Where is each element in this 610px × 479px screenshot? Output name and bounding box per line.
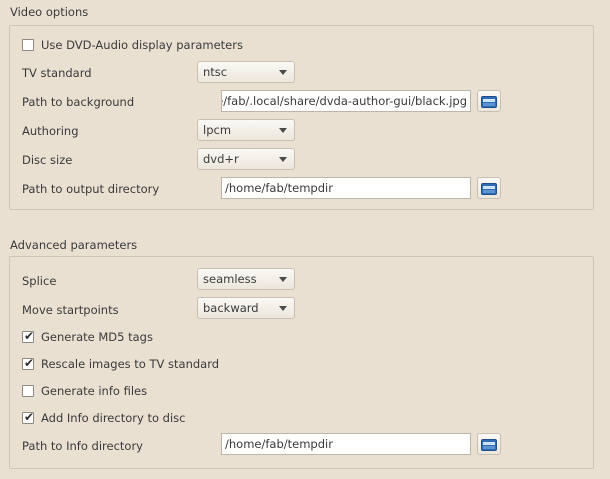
splice-label: Splice — [22, 274, 57, 288]
add-info-checkbox-row[interactable]: ✔ Add Info directory to disc — [22, 410, 186, 425]
rescale-label: Rescale images to TV standard — [41, 357, 220, 371]
rescale-checkbox-row[interactable]: ✔ Rescale images to TV standard — [22, 356, 220, 371]
info-dir-input[interactable]: /home/fab/tempdir — [221, 433, 471, 455]
check-mark-icon: ✔ — [23, 410, 35, 424]
folder-icon — [481, 95, 497, 108]
output-dir-label: Path to output directory — [22, 182, 160, 196]
background-path-input[interactable]: e/fab/.local/share/dvda-author-gui/black… — [221, 90, 471, 112]
check-mark-icon: ✔ — [23, 329, 35, 343]
background-path-value: e/fab/.local/share/dvda-author-gui/black… — [221, 94, 467, 108]
folder-icon — [481, 182, 497, 195]
info-dir-browse-button[interactable] — [477, 433, 501, 455]
splice-combo[interactable]: seamless — [197, 268, 295, 290]
add-info-checkbox[interactable]: ✔ — [22, 410, 35, 424]
disc-size-label: Disc size — [22, 153, 73, 167]
output-dir-input[interactable]: /home/fab/tempdir — [221, 177, 471, 199]
splice-value: seamless — [203, 272, 257, 286]
disc-size-value: dvd+r — [203, 152, 239, 166]
info-files-checkbox-row[interactable]: Generate info files — [22, 384, 147, 398]
info-dir-label: Path to Info directory — [22, 439, 143, 453]
rescale-checkbox[interactable]: ✔ — [22, 356, 35, 370]
md5-checkbox-row[interactable]: ✔ Generate MD5 tags — [22, 329, 153, 344]
chevron-down-icon — [279, 157, 287, 162]
chevron-down-icon — [279, 128, 287, 133]
move-startpoints-label: Move startpoints — [22, 303, 119, 317]
advanced-params-group: Splice seamless Move startpoints backwar… — [9, 256, 594, 469]
info-files-checkbox[interactable] — [22, 385, 34, 397]
video-options-title: Video options — [10, 5, 89, 19]
tv-standard-combo[interactable]: ntsc — [197, 61, 295, 83]
background-browse-button[interactable] — [477, 90, 501, 112]
info-dir-value: /home/fab/tempdir — [225, 437, 333, 451]
authoring-combo[interactable]: lpcm — [197, 119, 295, 141]
move-startpoints-combo[interactable]: backward — [197, 297, 295, 319]
output-dir-browse-button[interactable] — [477, 177, 501, 199]
output-dir-value: /home/fab/tempdir — [225, 181, 333, 195]
add-info-label: Add Info directory to disc — [41, 411, 186, 425]
use-dvd-audio-checkbox-row[interactable]: Use DVD-Audio display parameters — [22, 38, 243, 52]
chevron-down-icon — [279, 277, 287, 282]
advanced-params-title: Advanced parameters — [10, 238, 138, 252]
md5-label: Generate MD5 tags — [41, 330, 153, 344]
folder-icon — [481, 438, 497, 451]
authoring-label: Authoring — [22, 124, 79, 138]
use-dvd-audio-checkbox[interactable] — [22, 39, 34, 51]
background-path-label: Path to background — [22, 95, 135, 109]
chevron-down-icon — [279, 306, 287, 311]
md5-checkbox[interactable]: ✔ — [22, 329, 35, 343]
check-mark-icon: ✔ — [23, 356, 35, 370]
tv-standard-label: TV standard — [22, 66, 92, 80]
move-startpoints-value: backward — [203, 301, 259, 315]
info-files-label: Generate info files — [41, 384, 148, 398]
tv-standard-value: ntsc — [203, 65, 228, 79]
use-dvd-audio-label: Use DVD-Audio display parameters — [41, 38, 243, 52]
disc-size-combo[interactable]: dvd+r — [197, 148, 295, 170]
authoring-value: lpcm — [203, 123, 232, 137]
chevron-down-icon — [279, 70, 287, 75]
video-options-group: Use DVD-Audio display parameters TV stan… — [9, 25, 594, 210]
